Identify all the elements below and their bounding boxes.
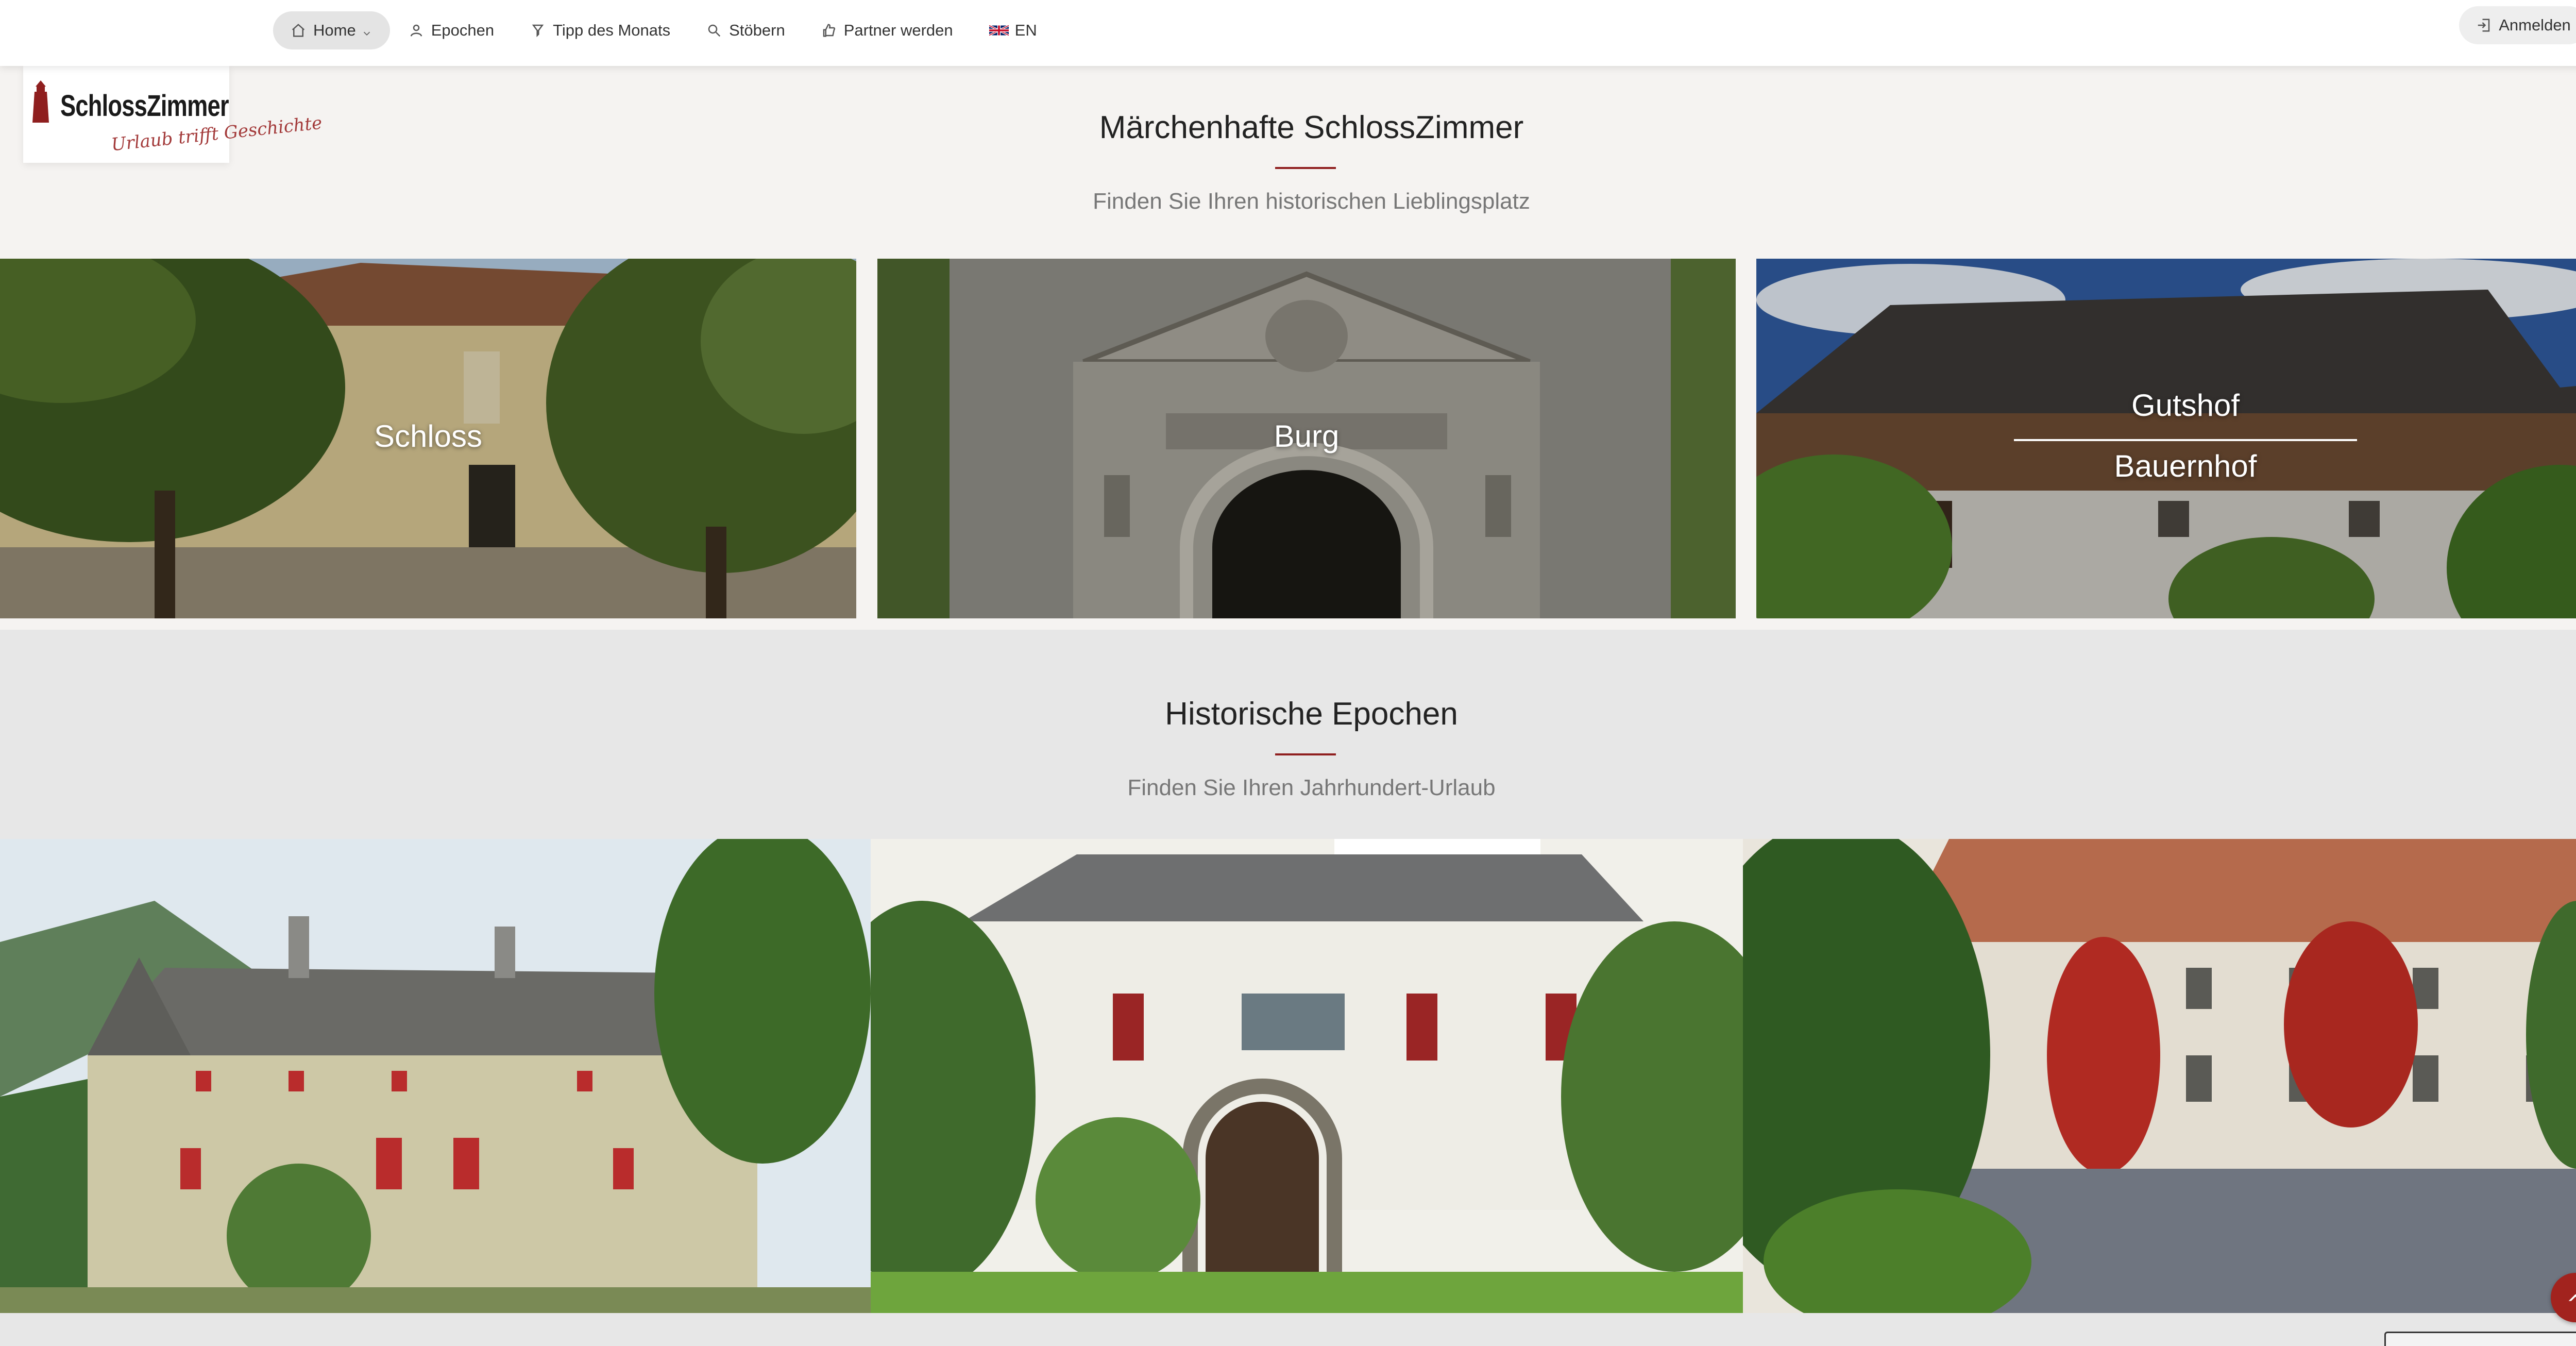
category-label-bauernhof: Bauernhof (2114, 449, 2257, 483)
epoch-photo-3[interactable] (1743, 839, 2576, 1313)
nav-item-home[interactable]: Home (273, 11, 390, 49)
section-subtitle-jahrhundert-urlaub: Finden Sie Ihren Jahrhundert-Urlaub (1127, 775, 1496, 800)
uk-flag-icon (989, 24, 1009, 37)
category-card-gutshof-bauernhof[interactable]: Gutshof Bauernhof (1756, 259, 2576, 618)
castle-with-towers-photo (0, 839, 871, 1313)
top-navigation: Home Epochen Tipp des Monats Stöbern Par… (0, 0, 2576, 66)
category-label-schloss: Schloss (374, 419, 483, 453)
logo-wordmark: SchlossZimmer (60, 89, 229, 123)
search-icon (706, 23, 722, 38)
section-title-historische-epochen: Historische Epochen (1165, 696, 1458, 732)
login-button[interactable]: Anmelden (2459, 6, 2576, 44)
category-label-gutshof: Gutshof (2131, 388, 2240, 423)
epoch-photo-2[interactable] (871, 839, 1743, 1313)
section-title-underline (1275, 167, 1336, 169)
nav-item-language[interactable]: EN (972, 11, 1055, 49)
site-logo[interactable]: SchlossZimmer Urlaub trifft Geschichte (23, 66, 323, 163)
gutshof-photo (1756, 259, 2576, 618)
nav-links: Home Epochen Tipp des Monats Stöbern Par… (273, 11, 1056, 49)
nav-item-tipp-des-monats[interactable]: Tipp des Monats (513, 11, 688, 49)
epochs-icon (409, 23, 424, 38)
login-icon (2476, 18, 2492, 33)
nav-item-label: Tipp des Monats (553, 21, 671, 39)
chevron-down-icon (361, 25, 372, 36)
category-card-burg[interactable]: Burg (877, 259, 1736, 618)
manor-courtyard-gate-photo (871, 839, 1743, 1313)
login-label: Anmelden (2499, 16, 2571, 34)
footer-button-partial[interactable] (2384, 1332, 2576, 1346)
category-label-divider (2014, 439, 2357, 441)
nav-item-label: Partner werden (843, 21, 953, 39)
category-label-burg: Burg (1274, 419, 1340, 453)
nav-item-label: Home (313, 21, 356, 39)
courtyard-with-ivy-photo (1743, 839, 2576, 1313)
nav-item-partner-werden[interactable]: Partner werden (804, 11, 971, 49)
epoch-photo-1[interactable] (0, 839, 871, 1313)
nav-item-label: Stöbern (729, 21, 785, 39)
tip-icon (530, 23, 546, 38)
thumbs-up-icon (821, 23, 837, 38)
home-icon (291, 23, 306, 38)
nav-item-stoebern[interactable]: Stöbern (689, 11, 803, 49)
chevron-up-icon (2568, 1294, 2576, 1301)
section-subtitle-lieblingsplatz: Finden Sie Ihren historischen Lieblingsp… (1093, 189, 1530, 214)
section-title-underline (1275, 753, 1336, 755)
section-title-marchenhafte: Märchenhafte SchlossZimmer (1099, 110, 1524, 145)
nav-item-label: Epochen (431, 21, 495, 39)
nav-item-label: EN (1014, 21, 1037, 39)
category-card-schloss[interactable]: Schloss (0, 259, 856, 618)
nav-item-epochen[interactable]: Epochen (391, 11, 512, 49)
